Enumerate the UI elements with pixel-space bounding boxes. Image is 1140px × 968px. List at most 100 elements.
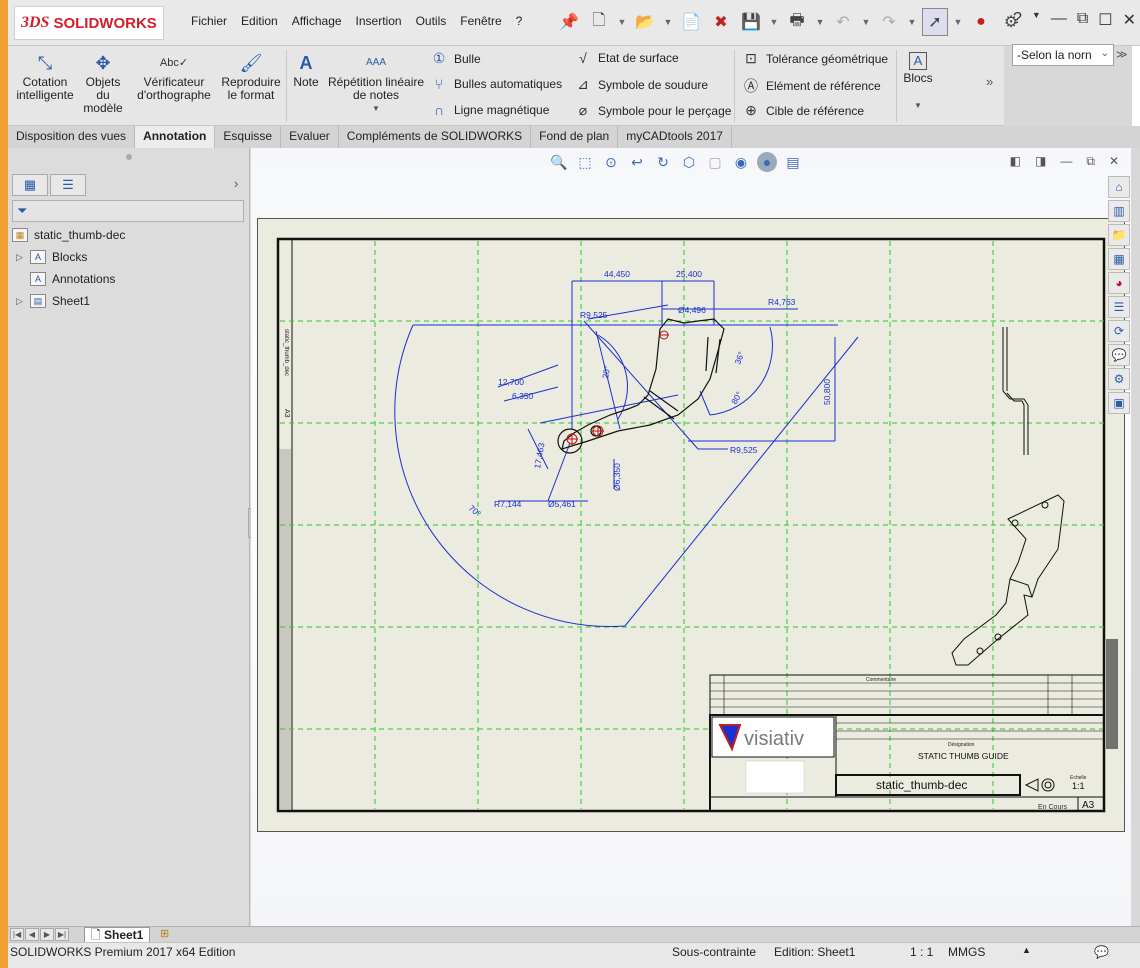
cible-reference-button[interactable]: ⊕ Cible de référence (742, 102, 864, 119)
rotate-view-icon[interactable]: ↻ (653, 152, 673, 172)
menu-edition[interactable]: Edition (234, 14, 285, 28)
reproduire-format-button[interactable]: 🖌 Reproduire le format (218, 52, 284, 102)
tree-item-blocks[interactable]: ▷ A Blocks (16, 250, 87, 264)
new-from-template-icon[interactable]: 📄 (678, 8, 704, 36)
dim-6-350[interactable]: 6,350 (512, 391, 534, 401)
dim-44-450[interactable]: 44,450 (604, 269, 630, 279)
dim-20-deg[interactable]: 20° (600, 365, 612, 379)
view-palette-icon[interactable]: ▦ (1108, 248, 1130, 270)
mycadtools-icon[interactable]: ▣ (1108, 392, 1130, 414)
help-icon[interactable]: ? (1013, 10, 1022, 30)
first-sheet-icon[interactable]: |◀ (10, 928, 24, 941)
save-icon[interactable]: 💾 (738, 8, 764, 36)
minimize-icon[interactable]: — (1051, 10, 1067, 30)
standard-selector[interactable]: -Selon la norn ⌄ (1012, 44, 1114, 66)
dim-d6-350[interactable]: Ø6,350 (612, 463, 622, 491)
menu-insertion[interactable]: Insertion (349, 14, 409, 28)
tree-item-sheet1[interactable]: ▷ ▤ Sheet1 (16, 294, 90, 308)
tolerance-geometrique-button[interactable]: ⊡ Tolérance géométrique (742, 50, 888, 67)
expand-arrow-icon[interactable]: ▷ (16, 252, 24, 263)
dim-r9-525-bottom[interactable]: R9,525 (730, 445, 758, 455)
tile-icon[interactable]: ⧉ (1077, 10, 1088, 30)
display-style-icon[interactable]: ▢ (705, 152, 725, 172)
rebuild-icon[interactable]: ● (968, 8, 994, 36)
chevron-down-icon[interactable]: ▼ (326, 102, 426, 115)
dim-25-400[interactable]: 25,400 (676, 269, 702, 279)
blocs-button[interactable]: A Blocs ▼ (900, 52, 936, 112)
undo-icon[interactable]: ↶ (830, 8, 856, 36)
graphics-area[interactable]: 🔍 ⬚ ⊙ ↩ ↻ ⬡ ▢ ◉ ● ▤ ◧ ◨ — ⧉ ✕ static_thu… (251, 148, 1131, 926)
solidworks-resources-icon[interactable]: ⟳ (1108, 320, 1130, 342)
zoom-to-fit-icon[interactable]: 🔍 (549, 152, 569, 172)
tab-disposition-vues[interactable]: Disposition des vues (8, 126, 136, 148)
cotation-intelligente-button[interactable]: ⤡ Cotation intelligente (14, 52, 76, 102)
restore-icon[interactable]: ⧉ (1086, 154, 1095, 169)
bulles-auto-button[interactable]: ⑂ Bulles automatiques (430, 76, 562, 92)
feature-manager-tab-icon[interactable]: ▦ (12, 174, 48, 196)
select-cursor-icon[interactable]: ➚ (922, 8, 948, 36)
close-document-icon[interactable]: ✖ (708, 8, 734, 36)
add-sheet-icon[interactable]: ⊞ (160, 927, 169, 940)
zoom-to-selection-icon[interactable]: ⊙ (601, 152, 621, 172)
new-document-icon[interactable]: 🗋 (586, 8, 612, 36)
dim-36-deg[interactable]: 36° (732, 350, 746, 366)
panel-grip[interactable] (126, 154, 132, 160)
sheet-tab-sheet1[interactable]: 🗋 Sheet1 (84, 927, 151, 943)
chevron-down-icon[interactable]: ▼ (768, 8, 780, 36)
previous-view-icon[interactable]: ↩ (627, 152, 647, 172)
view-orientation-icon[interactable]: ⬡ (679, 152, 699, 172)
design-library-icon[interactable]: ▥ (1108, 200, 1130, 222)
forum-icon[interactable]: 💬 (1108, 344, 1130, 366)
prev-sheet-icon[interactable]: ◀ (25, 928, 39, 941)
chevron-down-icon[interactable]: ▼ (1032, 10, 1041, 30)
bulle-button[interactable]: ① Bulle (430, 50, 481, 67)
tile-left-icon[interactable]: ◧ (1010, 154, 1021, 169)
verificateur-orthographe-button[interactable]: Abc✓ Vérificateur d'orthographe (132, 52, 216, 102)
ligne-magnetique-button[interactable]: ∩ Ligne magnétique (430, 102, 549, 118)
tree-item-annotations[interactable]: A Annotations (16, 272, 115, 286)
chevron-right-icon[interactable]: › (234, 176, 238, 191)
tile-right-icon[interactable]: ◨ (1035, 154, 1046, 169)
symbole-soudure-button[interactable]: ⊿ Symbole de soudure (574, 76, 708, 93)
dim-r4-763[interactable]: R4,763 (768, 297, 796, 307)
minimize-icon[interactable]: — (1060, 154, 1072, 169)
view-settings-icon[interactable]: ▤ (783, 152, 803, 172)
status-units[interactable]: MMGS (948, 945, 985, 959)
chevron-down-icon[interactable]: ▼ (616, 8, 628, 36)
menu-affichage[interactable]: Affichage (285, 14, 349, 28)
drawing-sheet[interactable]: static_thumb_dec A3 44,450 25,400 Ø4,496… (257, 218, 1125, 832)
tree-root[interactable]: ▦ static_thumb-dec (12, 228, 125, 242)
dim-d5-461[interactable]: Ø5,461 (548, 499, 576, 509)
tab-fond-de-plan[interactable]: Fond de plan (531, 126, 619, 148)
hide-show-icon[interactable]: ◉ (731, 152, 751, 172)
open-folder-icon[interactable]: 📂 (632, 8, 658, 36)
home-icon[interactable]: ⌂ (1108, 176, 1130, 198)
appearances-icon[interactable]: ◕ (1108, 272, 1130, 294)
print-icon[interactable]: 🖶 (784, 8, 810, 36)
close-icon[interactable]: ✕ (1109, 154, 1119, 169)
tab-complements[interactable]: Compléments de SOLIDWORKS (339, 126, 532, 148)
chevron-up-icon[interactable]: ▲ (1022, 945, 1031, 955)
dim-d4-496[interactable]: Ø4,496 (678, 305, 706, 315)
solidworks-logo[interactable]: 3DS SOLIDWORKS (14, 6, 164, 40)
filter-options-icon[interactable]: ≫ (1116, 48, 1128, 61)
close-icon[interactable]: ✕ (1123, 10, 1136, 30)
dim-70-deg[interactable]: 70° (467, 503, 483, 519)
redo-icon[interactable]: ↷ (876, 8, 902, 36)
zoom-to-area-icon[interactable]: ⬚ (575, 152, 595, 172)
ribbon-overflow-icon[interactable]: » (986, 74, 993, 89)
custom-properties-icon[interactable]: ☰ (1108, 296, 1130, 318)
chevron-down-icon[interactable]: ▼ (860, 8, 872, 36)
tooltip-icon[interactable]: 💬 (1094, 945, 1109, 959)
dim-50-800[interactable]: 50,800 (822, 379, 832, 405)
chevron-down-icon[interactable]: ▼ (952, 8, 964, 36)
plugin-icon[interactable]: ⚙ (1108, 368, 1130, 390)
last-sheet-icon[interactable]: ▶| (55, 928, 69, 941)
status-scale[interactable]: 1 : 1 (910, 945, 933, 959)
chevron-down-icon[interactable]: ▼ (814, 8, 826, 36)
appearance-icon[interactable]: ● (757, 152, 777, 172)
file-explorer-icon[interactable]: 📁 (1108, 224, 1130, 246)
symbole-percage-button[interactable]: ⌀ Symbole pour le perçage (574, 102, 732, 119)
menu-help[interactable]: ? (509, 14, 530, 28)
etat-surface-button[interactable]: √ Etat de surface (574, 50, 679, 66)
